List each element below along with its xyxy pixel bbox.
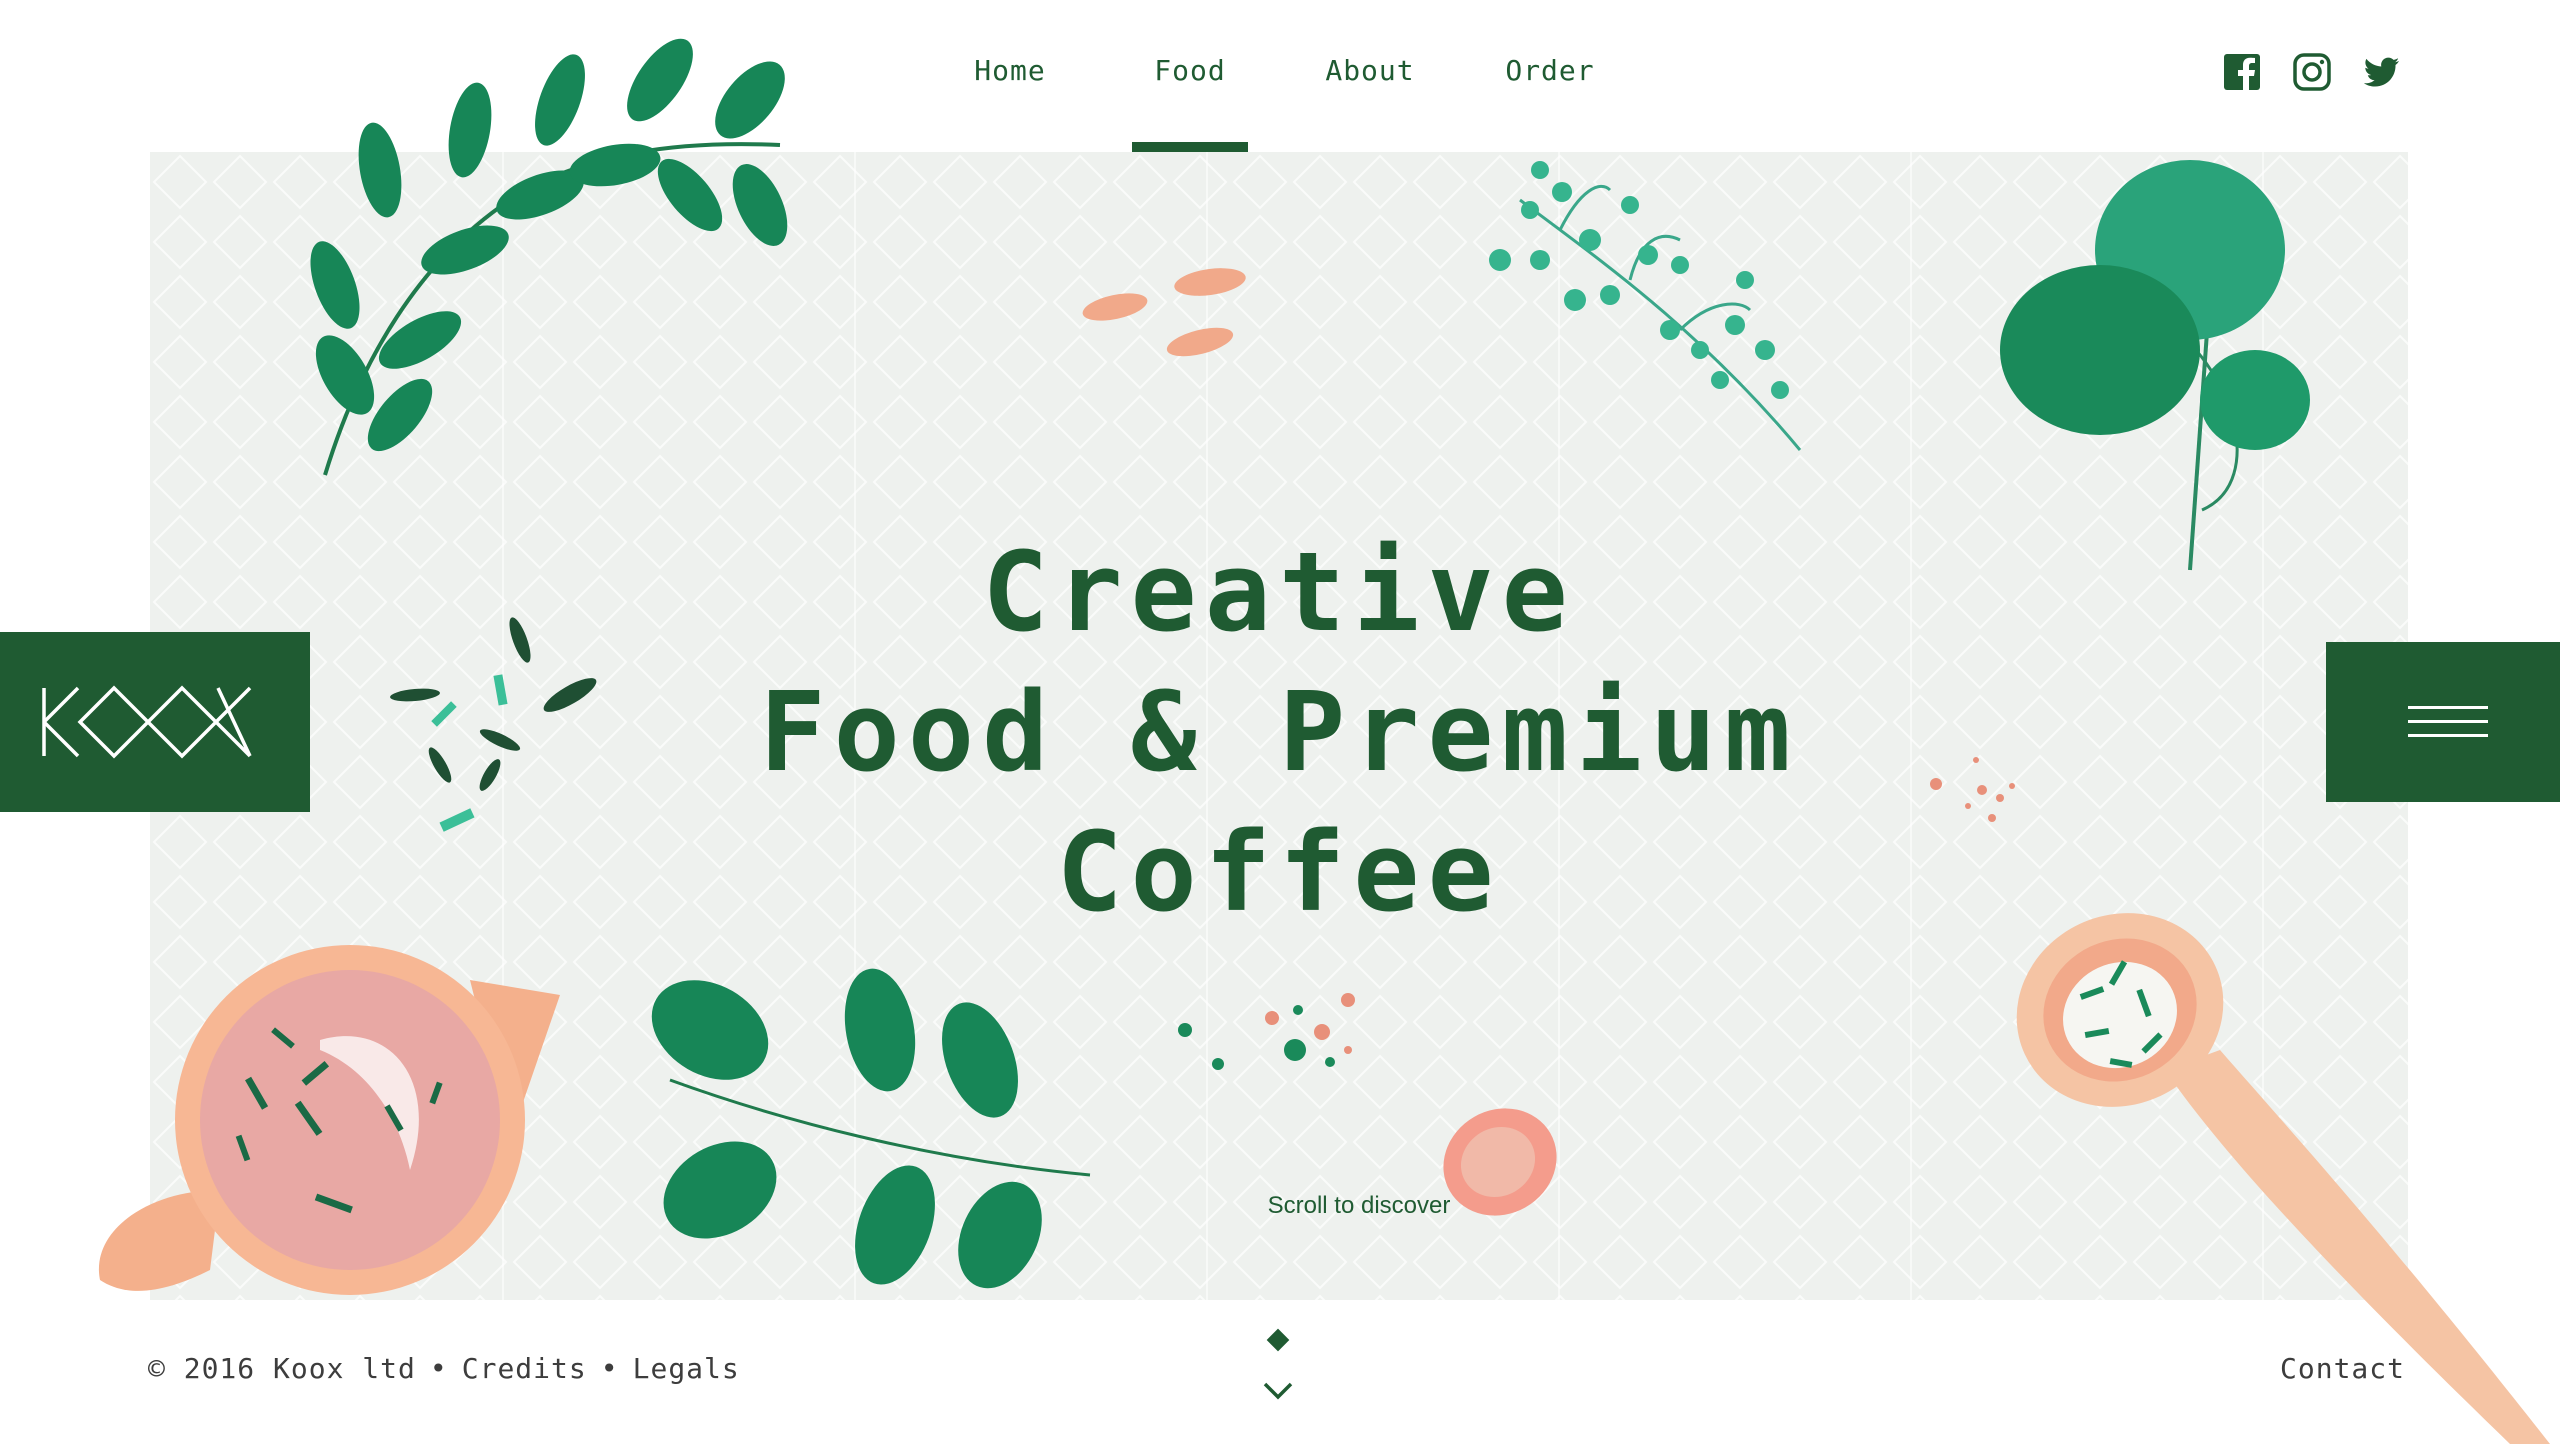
diamond-marker-icon (1266, 1328, 1290, 1352)
twitter-icon[interactable] (2362, 52, 2402, 92)
spice-dots-illustration (1930, 757, 2015, 822)
leaf-sprig-illustration (651, 968, 1091, 1289)
berries-dots-illustration (1178, 993, 1355, 1070)
footer-separator: • (600, 1352, 619, 1385)
facebook-icon[interactable] (2222, 52, 2262, 92)
wooden-spoon-illustration (2016, 913, 2550, 1444)
nav-item-food[interactable]: Food (1100, 50, 1280, 152)
berry-sprig-illustration (1489, 161, 1802, 451)
instagram-icon[interactable] (2292, 52, 2332, 92)
nav-item-about[interactable]: About (1280, 50, 1460, 152)
chevron-down-icon[interactable] (1262, 1380, 1294, 1402)
koox-logo (42, 685, 252, 759)
copyright-text: © 2016 Koox ltd (148, 1352, 416, 1385)
footer-separator: • (429, 1352, 448, 1385)
credits-link[interactable]: Credits (462, 1352, 587, 1385)
nav-items: Home Food About Order (920, 50, 1640, 152)
footer-info: © 2016 Koox ltd • Credits • Legals (148, 1352, 740, 1385)
hamburger-menu-icon (2408, 720, 2488, 723)
round-leaves-illustration (2000, 160, 2310, 571)
nav-item-order[interactable]: Order (1460, 50, 1640, 152)
koox-logo-block[interactable] (0, 632, 310, 812)
hamburger-menu-button[interactable] (2326, 642, 2560, 802)
hamburger-menu-icon (2408, 706, 2488, 709)
herb-seeds-illustration (390, 617, 597, 832)
coffee-cup-illustration (98, 945, 560, 1295)
nav-item-home[interactable]: Home (920, 50, 1100, 152)
social-links (2222, 52, 2402, 92)
contact-link[interactable]: Contact (2280, 1352, 2405, 1385)
leaf-branch-illustration (310, 38, 788, 476)
hamburger-menu-icon (2408, 734, 2488, 737)
cookie-crumbs-illustration (1082, 268, 1246, 357)
legals-link[interactable]: Legals (633, 1352, 740, 1385)
